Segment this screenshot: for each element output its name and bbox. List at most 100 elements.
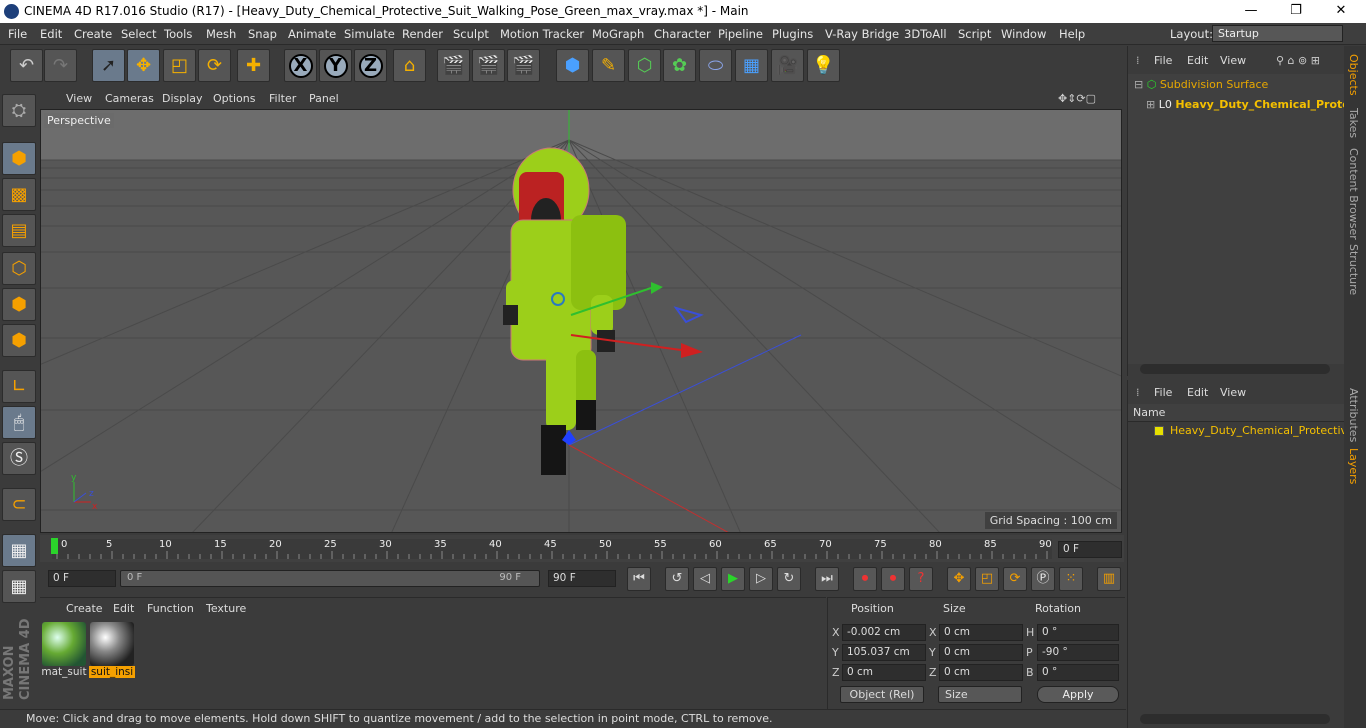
axis-z-button[interactable]: Z [354,49,387,82]
subdivision-surface-icon[interactable]: ⬡ [628,49,661,82]
pen-spline-icon[interactable]: ✎ [592,49,625,82]
material-menu-function[interactable]: Function [147,602,194,615]
objects-menu-edit[interactable]: Edit [1187,54,1208,67]
menu-snap[interactable]: Snap [248,27,277,41]
menu-script[interactable]: Script [958,27,991,41]
menu-plugins[interactable]: Plugins [772,27,813,41]
goto-start-icon[interactable]: ⏮ [627,567,651,591]
render-settings-icon[interactable]: 🎬 [507,49,540,82]
grid-lock-icon[interactable]: ▦ [2,570,36,603]
menu-select[interactable]: Select [121,27,156,41]
tree-item-suit-object[interactable]: ⊞ L0 Heavy_Duty_Chemical_Protective_ [1146,98,1344,111]
rot-p-field[interactable]: -90 ° [1037,644,1119,661]
frame-range-slider[interactable]: 0 F 90 F [120,570,540,587]
tab-attributes[interactable]: Attributes [1347,388,1360,442]
end-frame-field[interactable]: 90 F [548,570,616,587]
coordinate-mode-dropdown[interactable]: Object (Rel) [840,686,924,703]
menu-animate[interactable]: Animate [288,27,336,41]
key-scale-icon[interactable]: ◰ [975,567,999,591]
objects-horizontal-scrollbar[interactable] [1140,364,1330,374]
array-generator-icon[interactable]: ✿ [663,49,696,82]
axis-x-button[interactable]: X [284,49,317,82]
points-mode-icon[interactable]: ⬡ [2,252,36,285]
viewport[interactable]: y x z Perspective Grid Spacing : 100 cm [40,109,1122,533]
expand-icon[interactable]: ⊟ [1134,78,1143,91]
live-selection-icon[interactable]: ➚ [92,49,125,82]
tree-item-subdivision-surface[interactable]: ⊟ ⬡ Subdivision Surface [1134,78,1268,91]
move-tool-icon[interactable]: ✥ [127,49,160,82]
current-frame-field[interactable]: 0 F [1058,541,1122,558]
cube-object-icon[interactable]: ⬢ [556,49,589,82]
menu-pipeline[interactable]: Pipeline [718,27,763,41]
layer-color-swatch[interactable] [1154,426,1164,436]
viewport-menu-filter[interactable]: Filter [269,92,296,105]
enable-axis-icon[interactable]: ∟ [2,370,36,403]
objects-menu-view[interactable]: View [1220,54,1246,67]
size-z-field[interactable]: 0 cm [939,664,1023,681]
menu-mesh[interactable]: Mesh [206,27,236,41]
deformer-icon[interactable]: ⬭ [699,49,732,82]
menu-motion-tracker[interactable]: Motion Tracker [500,27,584,41]
expand-icon[interactable]: ⊞ [1146,98,1155,111]
light-object-icon[interactable]: 💡 [807,49,840,82]
rotate-tool-icon[interactable]: ⟳ [198,49,231,82]
floor-object-icon[interactable]: ▦ [735,49,768,82]
viewport-menu-panel[interactable]: Panel [309,92,339,105]
workplane-icon[interactable]: ▦ [2,534,36,567]
layer-row[interactable]: Heavy_Duty_Chemical_Protective_S [1140,422,1344,440]
recent-tools-icon[interactable]: ✚ [237,49,270,82]
menu-vray-bridge[interactable]: V-Ray Bridge [825,27,899,41]
autokey-icon[interactable]: ⏺ [881,567,905,591]
polygons-mode-icon[interactable]: ⬢ [2,324,36,357]
workplane-mode-icon[interactable]: ▤ [2,214,36,247]
viewport-menu-cameras[interactable]: Cameras [105,92,154,105]
model-mode-icon[interactable]: ⬢ [2,142,36,175]
apply-button[interactable]: Apply [1037,686,1119,703]
redo-icon[interactable]: ↷ [44,49,77,82]
layers-menu-edit[interactable]: Edit [1187,386,1208,399]
viewport-camera-label[interactable]: Perspective [44,113,114,128]
viewport-navigation-icon[interactable]: ✥⇕⟳▢ [1058,92,1096,105]
goto-end-icon[interactable]: ⏭ [815,567,839,591]
menu-mograph[interactable]: MoGraph [592,27,644,41]
viewport-menu-options[interactable]: Options [213,92,255,105]
start-frame-field[interactable]: 0 F [48,570,116,587]
layout-dropdown[interactable]: Startup [1212,25,1343,42]
pos-y-field[interactable]: 105.037 cm [842,644,926,661]
snap-icon[interactable]: Ⓢ [2,442,36,475]
layers-menu-view[interactable]: View [1220,386,1246,399]
tab-content-browser[interactable]: Content Browser [1347,148,1360,240]
next-frame-icon[interactable]: ▷ [749,567,773,591]
prev-key-icon[interactable]: ↺ [665,567,689,591]
menu-sculpt[interactable]: Sculpt [453,27,489,41]
material-swatch-mat-suit[interactable] [42,622,86,666]
pos-x-field[interactable]: -0.002 cm [842,624,926,641]
key-position-icon[interactable]: ✥ [947,567,971,591]
minimize-button[interactable]: — [1228,0,1274,23]
size-y-field[interactable]: 0 cm [939,644,1023,661]
play-icon[interactable]: ▶ [721,567,745,591]
rot-b-field[interactable]: 0 ° [1037,664,1119,681]
key-pla-icon[interactable]: ⁙ [1059,567,1083,591]
menu-render[interactable]: Render [402,27,443,41]
scale-tool-icon[interactable]: ◰ [163,49,196,82]
undo-icon[interactable]: ↶ [10,49,43,82]
tab-structure[interactable]: Structure [1347,244,1360,295]
tab-layers[interactable]: Layers [1347,448,1360,484]
timeline-window-icon[interactable]: ▥ [1097,567,1121,591]
menu-edit[interactable]: Edit [40,27,62,41]
render-view-icon[interactable]: 🎬 [437,49,470,82]
menu-help[interactable]: Help [1059,27,1085,41]
menu-simulate[interactable]: Simulate [344,27,395,41]
objects-search-icon[interactable]: ⚲ ⌂ ⊚ ⊞ [1276,54,1320,67]
menu-tools[interactable]: Tools [164,27,192,41]
tab-objects[interactable]: Objects [1347,54,1360,96]
size-mode-dropdown[interactable]: Size [938,686,1022,703]
viewport-menu-display[interactable]: Display [162,92,203,105]
rot-h-field[interactable]: 0 ° [1037,624,1119,641]
prev-frame-icon[interactable]: ◁ [693,567,717,591]
tab-takes[interactable]: Takes [1347,108,1360,138]
texture-mode-icon[interactable]: ▩ [2,178,36,211]
size-x-field[interactable]: 0 cm [939,624,1023,641]
keyframe-selection-icon[interactable]: ? [909,567,933,591]
